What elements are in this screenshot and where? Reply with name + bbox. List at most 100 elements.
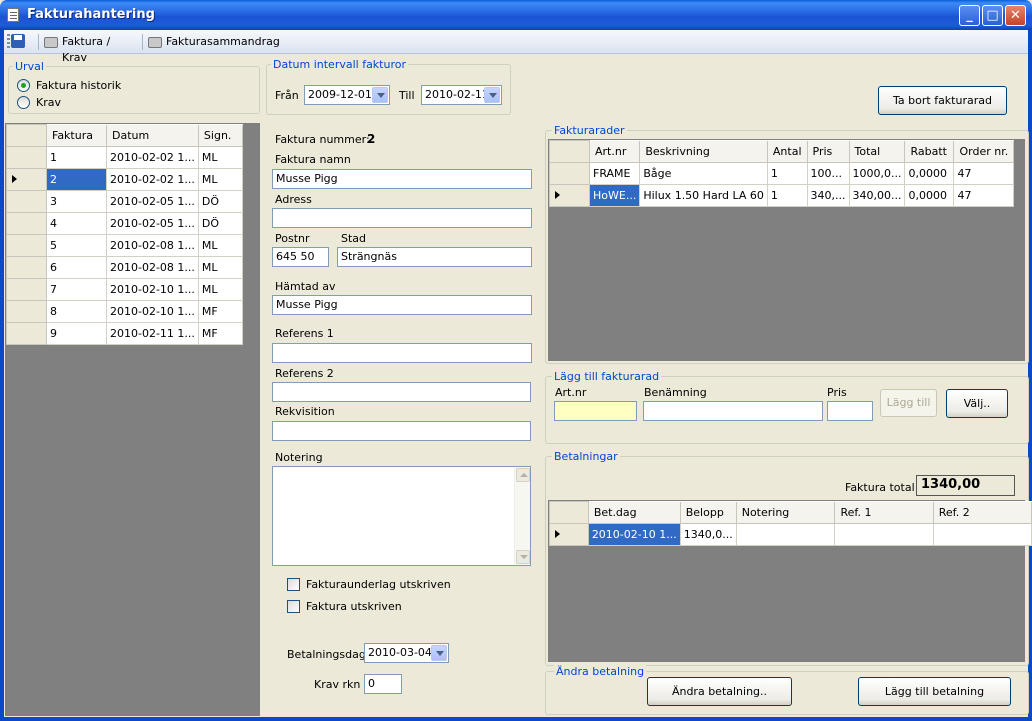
invoice-row[interactable]: 8 2010-02-10 1... MF: [6, 300, 243, 323]
column-header-belopp[interactable]: Belopp: [679, 501, 737, 524]
invoice-row[interactable]: 3 2010-02-05 1... DÖ: [6, 190, 243, 213]
invoice-row[interactable]: 1 2010-02-02 1... ML: [6, 146, 243, 169]
row-header[interactable]: [6, 278, 47, 301]
valj-button[interactable]: Välj..: [946, 389, 1008, 418]
invoice-row[interactable]: 6 2010-02-08 1... ML: [6, 256, 243, 279]
stad-field[interactable]: Strängnäs: [337, 247, 532, 267]
pris-field[interactable]: [827, 401, 873, 421]
minimize-button[interactable]: _: [959, 5, 980, 26]
save-icon[interactable]: [11, 34, 25, 48]
column-header-beskrivning[interactable]: Beskrivning: [639, 140, 768, 163]
fakturarad-cell[interactable]: HoWE...: [588, 184, 641, 207]
fakturarad-cell[interactable]: Hilux 1.50 Hard LA 60: [639, 184, 768, 207]
column-header-ordernr[interactable]: Order nr.: [953, 140, 1015, 163]
invoice-cell[interactable]: MF: [197, 322, 243, 345]
column-header-antal[interactable]: Antal: [766, 140, 808, 163]
invoice-cell[interactable]: 2010-02-11 1...: [106, 322, 199, 345]
fakturarad-cell[interactable]: 47: [953, 184, 1015, 207]
invoice-cell[interactable]: 2010-02-10 1...: [106, 300, 199, 323]
close-button[interactable]: ✕: [1005, 5, 1026, 26]
invoice-cell[interactable]: 2010-02-05 1...: [106, 190, 199, 213]
scroll-down-icon[interactable]: [516, 550, 530, 564]
fakturarad-cell[interactable]: 1: [766, 162, 808, 185]
invoice-cell[interactable]: 7: [46, 278, 107, 301]
invoice-cell[interactable]: 1: [46, 146, 107, 169]
ta-bort-fakturarad-button[interactable]: Ta bort fakturarad: [878, 86, 1007, 115]
invoice-cell[interactable]: 3: [46, 190, 107, 213]
row-header[interactable]: [6, 212, 47, 235]
column-header-betdag[interactable]: Bet.dag: [587, 501, 681, 524]
row-header[interactable]: [6, 168, 47, 191]
row-header[interactable]: [6, 322, 47, 345]
fakturarad-cell[interactable]: 340,...: [806, 184, 850, 207]
column-header-rabatt[interactable]: Rabatt: [904, 140, 955, 163]
column-header-ref1[interactable]: Ref. 1: [834, 501, 934, 524]
invoice-cell[interactable]: 2010-02-10 1...: [106, 278, 199, 301]
invoice-cell[interactable]: 4: [46, 212, 107, 235]
row-header[interactable]: [6, 234, 47, 257]
fakturarad-cell[interactable]: FRAME: [588, 162, 641, 185]
invoice-cell[interactable]: 2010-02-08 1...: [106, 256, 199, 279]
row-header[interactable]: [6, 146, 47, 169]
andra-betalning-button[interactable]: Ändra betalning..: [647, 677, 792, 706]
invoice-cell[interactable]: 2010-02-08 1...: [106, 234, 199, 257]
invoice-row[interactable]: 5 2010-02-08 1... ML: [6, 234, 243, 257]
column-header-notering[interactable]: Notering: [735, 501, 836, 524]
invoice-cell[interactable]: 2010-02-02 1...: [106, 168, 199, 191]
chevron-down-icon[interactable]: [484, 87, 500, 103]
invoice-cell[interactable]: ML: [197, 168, 243, 191]
invoice-cell[interactable]: ML: [197, 278, 243, 301]
chevron-down-icon[interactable]: [372, 87, 388, 103]
invoice-cell[interactable]: 5: [46, 234, 107, 257]
invoice-cell[interactable]: 6: [46, 256, 107, 279]
faktura-utskriven-checkbox[interactable]: [287, 600, 300, 613]
fakturarad-cell[interactable]: 0,0000: [904, 162, 955, 185]
notering-field[interactable]: [272, 466, 531, 566]
invoice-cell[interactable]: 2010-02-02 1...: [106, 146, 199, 169]
fakturarad-cell[interactable]: 100...: [806, 162, 850, 185]
invoice-cell[interactable]: DÖ: [197, 212, 243, 235]
betalning-cell[interactable]: 2010-02-10 1...: [587, 523, 681, 546]
fakturarad-row[interactable]: HoWE... Hilux 1.50 Hard LA 60 1 340,... 340,…: [549, 184, 1015, 207]
row-header[interactable]: [549, 184, 590, 207]
column-header-ref2[interactable]: Ref. 2: [932, 501, 1032, 524]
radio-faktura-historik[interactable]: [17, 79, 30, 92]
betalning-cell[interactable]: [735, 523, 836, 546]
adress-field[interactable]: [272, 208, 532, 228]
betalningsdag-picker[interactable]: 2010-03-04: [364, 643, 449, 663]
row-header[interactable]: [549, 523, 589, 546]
row-header[interactable]: [549, 162, 590, 185]
column-header-total[interactable]: Total: [848, 140, 906, 163]
fakturarad-row[interactable]: FRAME Båge 1 100... 1000,0... 0,0000 47: [549, 162, 1015, 185]
row-header[interactable]: [6, 256, 47, 279]
fakturarad-cell[interactable]: 340,00...: [848, 184, 906, 207]
fakturarad-cell[interactable]: 47: [953, 162, 1015, 185]
chevron-down-icon[interactable]: [431, 645, 447, 661]
column-header-sign[interactable]: Sign.: [197, 124, 243, 147]
invoice-cell[interactable]: 9: [46, 322, 107, 345]
column-header-artnr[interactable]: Art.nr: [588, 140, 641, 163]
benamning-field[interactable]: [643, 401, 823, 421]
column-header-pris[interactable]: Pris: [806, 140, 850, 163]
invoice-cell[interactable]: 2: [46, 168, 107, 191]
rekvisition-field[interactable]: [272, 421, 531, 441]
fakturaunderlag-checkbox[interactable]: [287, 578, 300, 591]
notering-scrollbar[interactable]: [514, 467, 530, 565]
scroll-up-icon[interactable]: [516, 468, 530, 482]
postnr-field[interactable]: 645 50: [272, 247, 329, 267]
invoice-cell[interactable]: 8: [46, 300, 107, 323]
invoice-cell[interactable]: 2010-02-05 1...: [106, 212, 199, 235]
column-header-faktura[interactable]: Faktura: [46, 124, 107, 147]
artnr-field[interactable]: [554, 401, 637, 421]
invoice-row[interactable]: 9 2010-02-11 1... MF: [6, 322, 243, 345]
invoice-row[interactable]: 2 2010-02-02 1... ML: [6, 168, 243, 191]
row-header[interactable]: [6, 190, 47, 213]
faktura-krav-button[interactable]: Faktura / Krav: [44, 34, 136, 64]
from-date-picker[interactable]: 2009-12-01: [304, 85, 390, 105]
fakturarad-cell[interactable]: 1: [766, 184, 808, 207]
invoice-cell[interactable]: MF: [197, 300, 243, 323]
fakturarad-cell[interactable]: 0,0000: [904, 184, 955, 207]
invoice-cell[interactable]: ML: [197, 146, 243, 169]
fakturarad-cell[interactable]: Båge: [639, 162, 768, 185]
radio-krav[interactable]: [17, 96, 30, 109]
